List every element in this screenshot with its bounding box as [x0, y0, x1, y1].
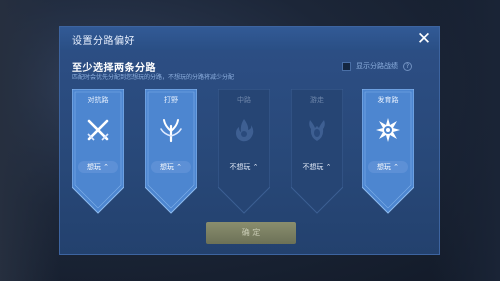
lane-card-top[interactable]: 对抗路 想玩 ⌃ [72, 89, 124, 217]
dialog-title: 设置分路偏好 [72, 36, 135, 47]
lane-status-label: 想玩 [86, 163, 101, 171]
info-icon[interactable]: ? [403, 61, 412, 71]
lane-card-shield [72, 89, 124, 214]
background-left-shade [0, 0, 60, 281]
lane-status-button[interactable]: 不想玩 ⌃ [224, 161, 264, 173]
crossed-swords-icon [87, 119, 109, 141]
toggle-checkbox[interactable] [342, 61, 351, 71]
horns-icon [309, 120, 325, 141]
lane-status-button[interactable]: 想玩 ⌃ [78, 161, 118, 173]
chevron-up-icon: ⌃ [252, 163, 259, 171]
chevron-up-icon: ⌃ [393, 163, 400, 171]
spiked-orb-icon [376, 118, 400, 142]
chevron-up-icon: ⌃ [103, 163, 110, 171]
lane-name: 中路 [237, 96, 251, 104]
lane-status-button[interactable]: 想玩 ⌃ [151, 161, 191, 173]
dialog-header: 设置分路偏好 ✕ [60, 27, 439, 50]
close-button[interactable]: ✕ [415, 30, 433, 48]
lane-card-jungle[interactable]: 打野 想玩 ⌃ [145, 89, 197, 217]
lane-card-mid[interactable]: 中路 不想玩 ⌃ [218, 89, 270, 217]
lane-name: 游走 [310, 96, 324, 104]
lane-card-shield [218, 89, 270, 214]
lane-name: 打野 [164, 96, 178, 104]
lane-name: 对抗路 [87, 96, 109, 104]
toggle-label: 显示分路战绩 [356, 62, 398, 70]
confirm-button[interactable]: 确 定 [206, 222, 296, 244]
background-right-shade [430, 0, 500, 281]
lane-card-shield [145, 89, 197, 214]
lane-status-label: 不想玩 [229, 163, 251, 171]
lane-name: 发育路 [377, 96, 399, 104]
lane-card-shield [291, 89, 343, 214]
lane-card-shield [362, 89, 414, 214]
lane-status-label: 不想玩 [302, 163, 324, 171]
chevron-up-icon: ⌃ [325, 163, 332, 171]
show-lane-record-toggle[interactable]: 显示分路战绩 ? [342, 61, 412, 71]
section-subtext: 匹配时会优先分配到您想玩的分路，不想玩的分路将减少分配 [72, 74, 235, 81]
lane-status-label: 想玩 [376, 163, 391, 171]
lane-preference-dialog: 设置分路偏好 ✕ 至少选择两条分路 匹配时会优先分配到您想玩的分路，不想玩的分路… [59, 26, 440, 255]
lane-status-label: 想玩 [159, 163, 174, 171]
chevron-up-icon: ⌃ [176, 163, 183, 171]
lane-status-button[interactable]: 想玩 ⌃ [368, 161, 408, 173]
claw-icon [160, 119, 182, 143]
flame-icon [236, 119, 254, 142]
lane-card-bottom[interactable]: 发育路 想玩 ⌃ [362, 89, 414, 217]
lane-status-button[interactable]: 不想玩 ⌃ [297, 161, 337, 173]
lane-card-roam[interactable]: 游走 不想玩 ⌃ [291, 89, 343, 217]
